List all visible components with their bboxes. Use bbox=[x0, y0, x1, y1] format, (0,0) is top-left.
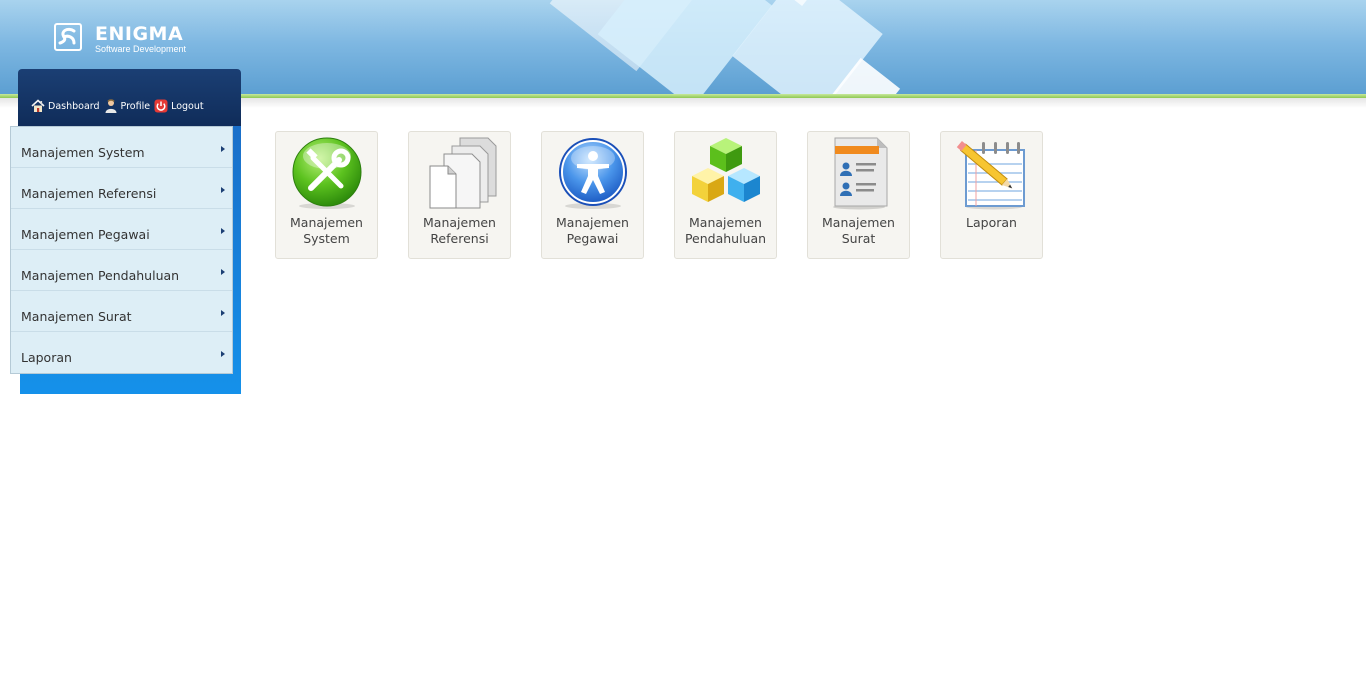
tile-manajemen-pendahuluan[interactable]: Manajemen Pendahuluan bbox=[674, 131, 777, 259]
profile-link-label: Profile bbox=[120, 101, 151, 112]
brand-name: ENIGMA bbox=[95, 23, 184, 45]
profile-link[interactable]: Profile bbox=[104, 98, 151, 113]
tile-label: Manajemen Referensi bbox=[423, 215, 496, 246]
caret-right-icon bbox=[221, 269, 225, 275]
documents-icon bbox=[422, 136, 498, 210]
sidebar-item-manajemen-surat[interactable]: Manajemen Surat bbox=[11, 291, 232, 332]
sidebar-item-label: Laporan bbox=[21, 350, 72, 365]
sidebar-item-laporan[interactable]: Laporan bbox=[11, 332, 232, 373]
caret-right-icon bbox=[221, 146, 225, 152]
caret-right-icon bbox=[221, 310, 225, 316]
sidebar-item-label: Manajemen Referensi bbox=[21, 186, 157, 201]
person-icon bbox=[555, 136, 631, 210]
sidebar-item-manajemen-pegawai[interactable]: Manajemen Pegawai bbox=[11, 209, 232, 250]
power-icon bbox=[154, 98, 168, 113]
caret-right-icon bbox=[221, 228, 225, 234]
logout-link-label: Logout bbox=[171, 101, 204, 112]
sidebar-item-label: Manajemen Pendahuluan bbox=[21, 268, 180, 283]
tools-icon bbox=[289, 136, 365, 210]
user-icon bbox=[104, 98, 118, 113]
tile-manajemen-referensi[interactable]: Manajemen Referensi bbox=[408, 131, 511, 259]
quick-links: Dashboard Profile Logout bbox=[31, 94, 208, 113]
sidebar-item-manajemen-referensi[interactable]: Manajemen Referensi bbox=[11, 168, 232, 209]
sidebar-item-label: Manajemen Surat bbox=[21, 309, 132, 324]
sidebar-item-manajemen-system[interactable]: Manajemen System bbox=[11, 127, 232, 168]
home-icon bbox=[31, 98, 45, 112]
sidebar-item-label: Manajemen System bbox=[21, 145, 145, 160]
caret-right-icon bbox=[221, 351, 225, 357]
tile-laporan[interactable]: Laporan bbox=[940, 131, 1043, 259]
logo-icon bbox=[54, 23, 82, 51]
tile-label: Manajemen Surat bbox=[822, 215, 895, 246]
brand-tagline: Software Development bbox=[95, 44, 187, 54]
tile-label: Manajemen System bbox=[290, 215, 363, 246]
tile-manajemen-pegawai[interactable]: Manajemen Pegawai bbox=[541, 131, 644, 259]
sidebar-item-manajemen-pendahuluan[interactable]: Manajemen Pendahuluan bbox=[11, 250, 232, 291]
tile-label: Laporan bbox=[966, 215, 1017, 230]
notepad-pencil-icon bbox=[954, 136, 1030, 210]
brand-logo[interactable]: ENIGMA Software Development bbox=[54, 23, 204, 57]
contact-list-icon bbox=[821, 136, 897, 210]
tile-manajemen-surat[interactable]: Manajemen Surat bbox=[807, 131, 910, 259]
dashboard-link[interactable]: Dashboard bbox=[31, 98, 100, 112]
caret-right-icon bbox=[221, 187, 225, 193]
sidebar-item-label: Manajemen Pegawai bbox=[21, 227, 150, 242]
tile-manajemen-system[interactable]: Manajemen System bbox=[275, 131, 378, 259]
cubes-icon bbox=[688, 136, 764, 210]
sidebar-menu: Manajemen System Manajemen Referensi Man… bbox=[10, 126, 233, 374]
tile-label: Manajemen Pendahuluan bbox=[684, 215, 767, 246]
dashboard-link-label: Dashboard bbox=[48, 101, 100, 112]
tile-label: Manajemen Pegawai bbox=[556, 215, 629, 246]
logout-link[interactable]: Logout bbox=[154, 98, 204, 113]
